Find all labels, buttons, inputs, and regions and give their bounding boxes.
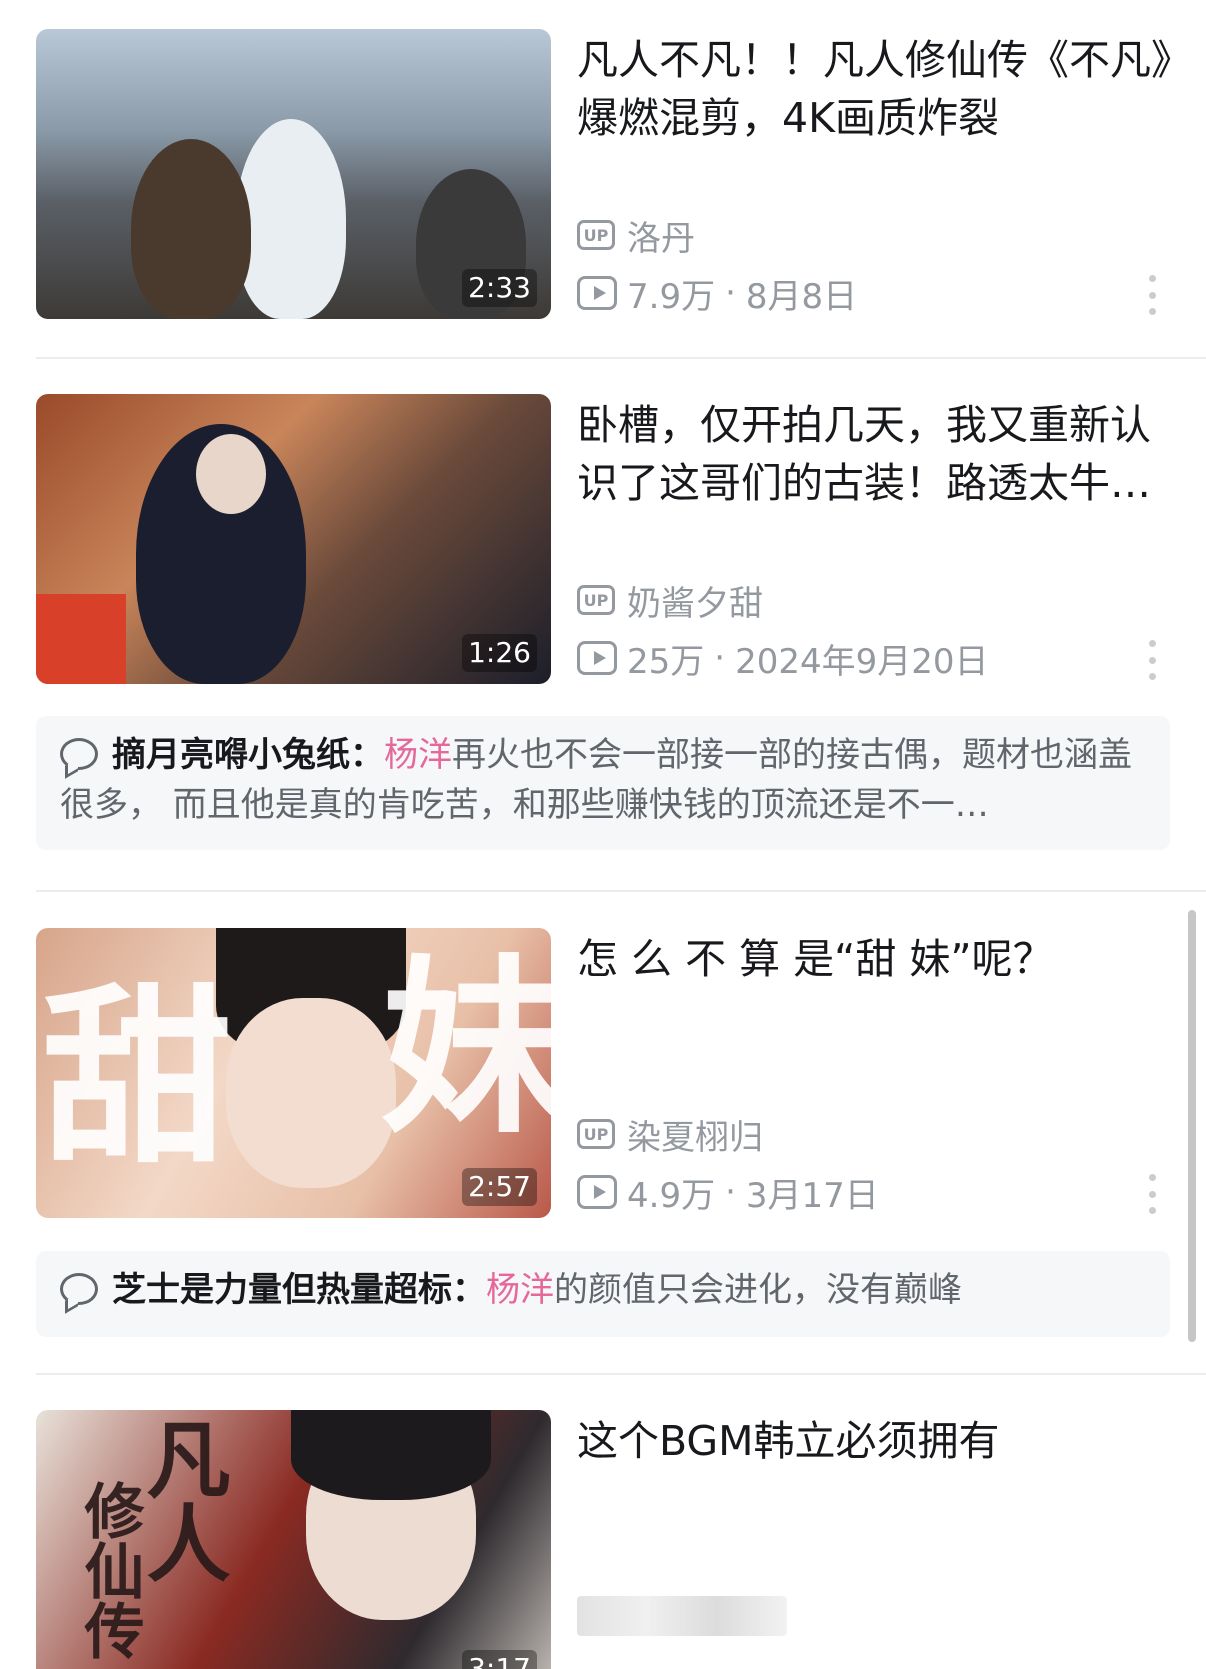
blurred-author bbox=[577, 1596, 787, 1636]
thumbnail-hair bbox=[291, 1410, 491, 1500]
divider bbox=[36, 890, 1206, 892]
thumbnail-face bbox=[226, 998, 396, 1188]
stats-row: 25万 · 2024年9月20日 bbox=[577, 636, 989, 682]
duration-label: 2:57 bbox=[462, 1168, 537, 1206]
stats-row: 7.9万 · 8月8日 bbox=[577, 271, 858, 317]
view-count: 7.9万 bbox=[627, 276, 716, 317]
thumbnail-text: 修仙传 bbox=[74, 1480, 144, 1660]
more-vertical-icon[interactable] bbox=[1142, 640, 1162, 680]
top-comment[interactable]: 芝士是力量但热量超标：杨洋的颜值只会进化，没有巅峰 bbox=[36, 1251, 1170, 1337]
video-title[interactable]: 卧槽，仅开拍几天，我又重新认识了这哥们的古装！路透太牛… bbox=[577, 396, 1177, 512]
author-row-blurred bbox=[577, 1594, 787, 1638]
top-comment[interactable]: 摘月亮嘚小兔纸：杨洋再火也不会一部接一部的接古偶，题材也涵盖很多， 而且他是真的… bbox=[36, 716, 1170, 850]
video-card[interactable]: 1:26 卧槽，仅开拍几天，我又重新认识了这哥们的古装！路透太牛… UP 奶酱夕… bbox=[36, 394, 1206, 684]
comment-highlight[interactable]: 杨洋 bbox=[486, 1270, 554, 1310]
separator: · bbox=[725, 273, 736, 313]
thumbnail-figure bbox=[236, 119, 346, 319]
video-card[interactable]: 凡人 修仙传 3:17 这个BGM韩立必须拥有 bbox=[36, 1410, 1206, 1669]
up-badge-icon: UP bbox=[577, 220, 615, 250]
separator: · bbox=[725, 1172, 736, 1212]
separator: · bbox=[714, 638, 726, 678]
video-thumbnail[interactable]: 凡人 修仙传 3:17 bbox=[36, 1410, 551, 1669]
author-row[interactable]: UP 洛丹 bbox=[577, 211, 695, 260]
comment-highlight[interactable]: 杨洋 bbox=[384, 735, 452, 775]
thumbnail-face bbox=[196, 434, 266, 514]
view-count: 25万 bbox=[627, 641, 705, 682]
duration-label: 3:17 bbox=[462, 1650, 537, 1669]
play-count-icon bbox=[577, 1175, 617, 1209]
video-card[interactable]: 2:33 凡人不凡！！凡人修仙传《不凡》爆燃混剪，4K画质炸裂 UP 洛丹 7.… bbox=[36, 29, 1206, 319]
video-card[interactable]: 甜 妹 2:57 怎 么 不 算 是“甜 妹”呢？ UP 染夏栩归 4.9万 ·… bbox=[36, 928, 1206, 1218]
author-name[interactable]: 染夏栩归 bbox=[627, 1110, 763, 1159]
publish-date: 8月8日 bbox=[745, 276, 858, 317]
more-vertical-icon[interactable] bbox=[1142, 275, 1162, 315]
thumbnail-shape bbox=[36, 594, 126, 684]
comment-user[interactable]: 芝士是力量但热量超标： bbox=[112, 1270, 486, 1310]
view-count: 4.9万 bbox=[627, 1175, 716, 1216]
author-name[interactable]: 奶酱夕甜 bbox=[627, 576, 763, 625]
divider bbox=[36, 357, 1206, 359]
publish-date: 2024年9月20日 bbox=[735, 641, 989, 682]
up-badge-icon: UP bbox=[577, 1119, 615, 1149]
comment-user[interactable]: 摘月亮嘚小兔纸： bbox=[112, 735, 384, 775]
author-row[interactable]: UP 奶酱夕甜 bbox=[577, 576, 763, 625]
video-title[interactable]: 凡人不凡！！凡人修仙传《不凡》爆燃混剪，4K画质炸裂 bbox=[577, 31, 1177, 147]
thumbnail-figure bbox=[131, 139, 251, 319]
up-badge-icon: UP bbox=[577, 585, 615, 615]
video-title[interactable]: 这个BGM韩立必须拥有 bbox=[577, 1412, 1177, 1470]
duration-label: 1:26 bbox=[462, 634, 537, 672]
duration-label: 2:33 bbox=[462, 269, 537, 307]
video-thumbnail[interactable]: 2:33 bbox=[36, 29, 551, 319]
thumbnail-text: 甜 bbox=[42, 966, 233, 1189]
play-count-icon bbox=[577, 641, 617, 675]
author-row[interactable]: UP 染夏栩归 bbox=[577, 1110, 763, 1159]
thumbnail-text: 凡人 bbox=[133, 1416, 232, 1584]
video-thumbnail[interactable]: 甜 妹 2:57 bbox=[36, 928, 551, 1218]
divider bbox=[36, 1373, 1206, 1375]
comment-bubble-icon bbox=[60, 738, 98, 770]
thumbnail-text: 妹 bbox=[381, 936, 551, 1159]
stats-row: 4.9万 · 3月17日 bbox=[577, 1170, 879, 1216]
video-title[interactable]: 怎 么 不 算 是“甜 妹”呢？ bbox=[577, 930, 1177, 988]
play-count-icon bbox=[577, 276, 617, 310]
scrollbar[interactable] bbox=[1188, 910, 1196, 1342]
publish-date: 3月17日 bbox=[745, 1175, 879, 1216]
video-thumbnail[interactable]: 1:26 bbox=[36, 394, 551, 684]
author-name[interactable]: 洛丹 bbox=[627, 211, 695, 260]
comment-bubble-icon bbox=[60, 1273, 98, 1305]
comment-text: 的颜值只会进化，没有巅峰 bbox=[554, 1270, 962, 1310]
more-vertical-icon[interactable] bbox=[1142, 1174, 1162, 1214]
